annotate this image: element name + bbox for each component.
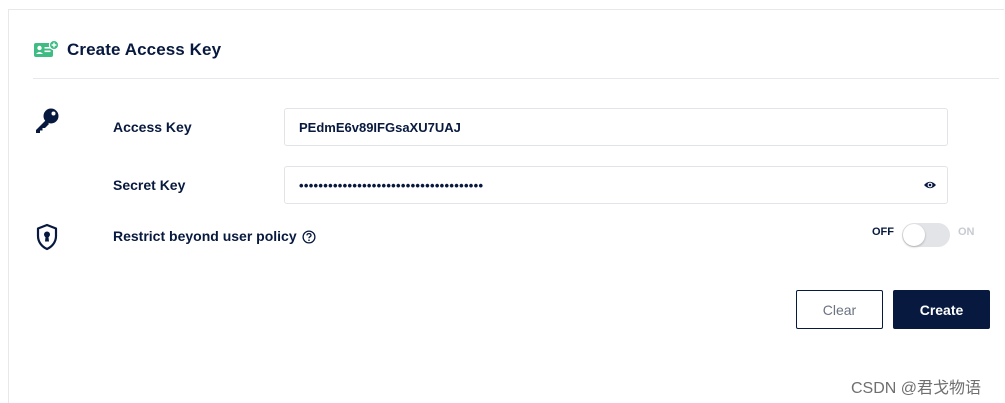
toggle-off-label: OFF: [872, 226, 894, 238]
header-divider: [33, 78, 999, 79]
id-card-add-icon: [34, 40, 59, 57]
clear-button[interactable]: Clear: [796, 290, 883, 329]
create-access-key-panel: Create Access Key Access Key Secret Key …: [8, 9, 1004, 403]
restrict-policy-label: Restrict beyond user policy: [113, 228, 316, 244]
secret-key-label: Secret Key: [113, 177, 186, 193]
create-button[interactable]: Create: [893, 290, 990, 329]
access-key-input[interactable]: [299, 119, 859, 135]
secret-key-masked-value[interactable]: ••••••••••••••••••••••••••••••••••••••: [299, 178, 483, 193]
question-circle-icon[interactable]: [302, 230, 316, 244]
restrict-policy-text: Restrict beyond user policy: [113, 228, 297, 244]
access-key-field[interactable]: [284, 108, 948, 146]
restrict-policy-toggle[interactable]: [902, 223, 950, 247]
secret-key-field[interactable]: ••••••••••••••••••••••••••••••••••••••: [284, 166, 948, 204]
toggle-on-label: ON: [958, 226, 975, 238]
key-icon: [36, 108, 59, 133]
restrict-policy-toggle-group: OFF ON: [872, 223, 975, 247]
page-title: Create Access Key: [67, 40, 222, 59]
watermark: CSDN @君戈物语: [851, 380, 982, 397]
eye-icon[interactable]: [923, 178, 937, 192]
panel-header: Create Access Key: [33, 40, 221, 60]
access-key-label: Access Key: [113, 119, 192, 135]
toggle-knob: [903, 224, 925, 246]
shield-keyhole-icon: [36, 223, 58, 251]
